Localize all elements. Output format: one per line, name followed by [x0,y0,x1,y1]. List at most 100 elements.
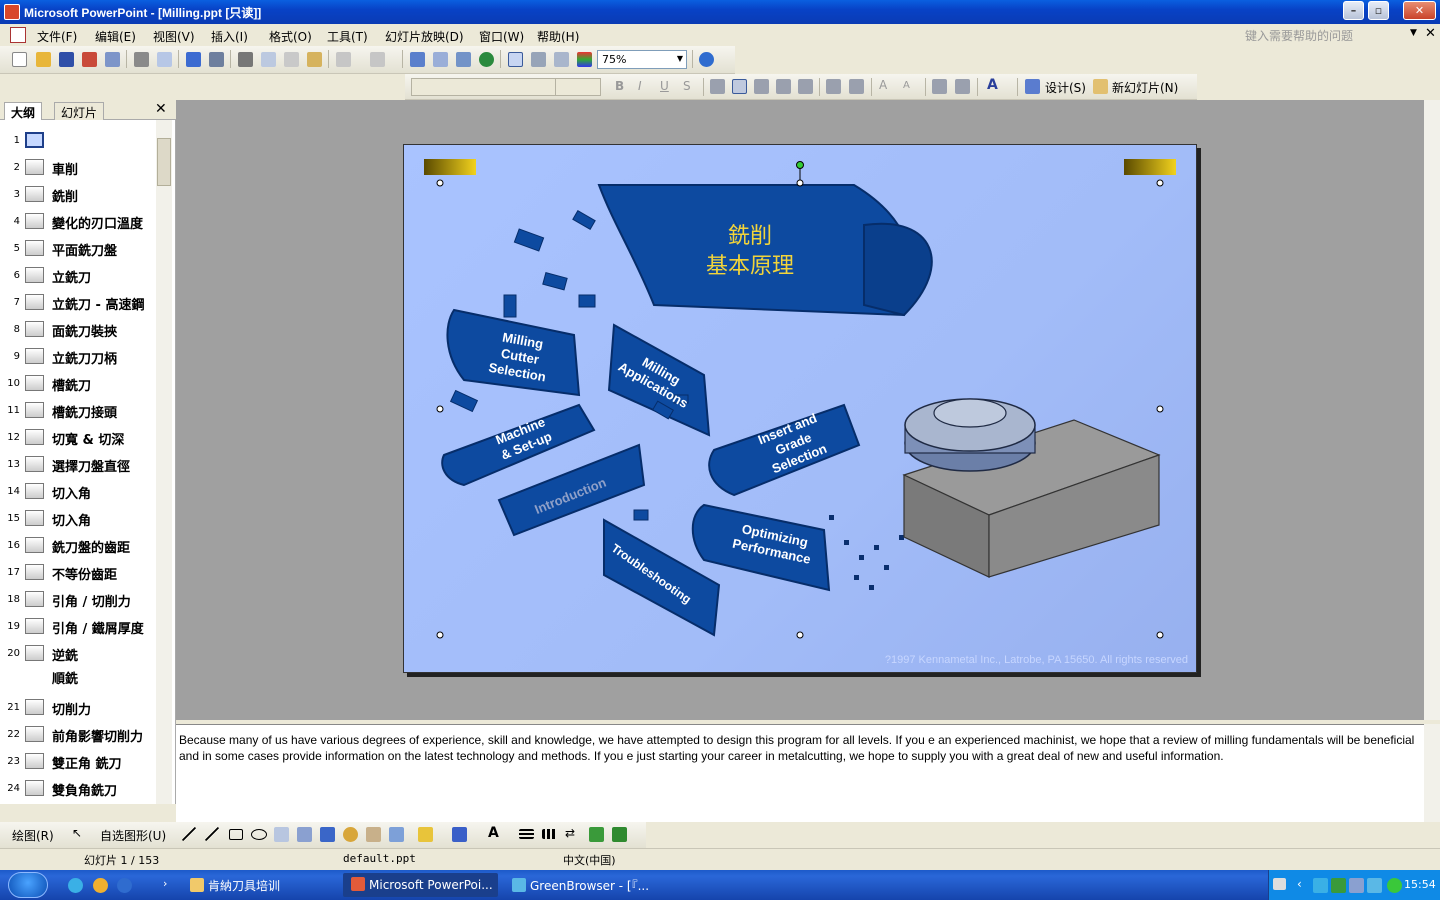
font-color-draw-icon[interactable]: A [488,825,499,841]
shadow-style-icon[interactable] [589,827,604,842]
close-button[interactable]: ✕ [1403,1,1436,20]
menu-file[interactable]: 文件(F) [37,28,77,45]
start-button[interactable] [8,872,48,898]
line-style-icon[interactable] [519,829,534,839]
outline-item[interactable]: 3 銑削 [0,182,156,208]
underline-icon[interactable]: U [660,79,669,93]
show-formatting-icon[interactable] [531,52,546,67]
tray-icon-2[interactable] [1331,878,1346,893]
outline-item[interactable]: 15 切入角 [0,506,156,532]
save-icon[interactable] [59,52,74,67]
design-icon[interactable] [1025,79,1040,94]
outline-subitem[interactable]: 順銑 [52,668,78,687]
hyperlink-icon[interactable] [479,52,494,67]
task-powerpoint[interactable]: Microsoft PowerPoi... [343,873,498,897]
help-icon[interactable] [699,52,714,67]
view-buttons[interactable] [0,804,176,822]
print-icon[interactable] [134,52,149,67]
diagram-icon[interactable] [343,827,358,842]
copy-icon[interactable] [261,52,276,67]
restore-button[interactable]: ▫ [1368,1,1389,20]
outline-item[interactable]: 6 立銑刀 [0,263,156,289]
tray-icon-3[interactable] [1349,878,1364,893]
outline-item[interactable]: 10 槽銑刀 [0,371,156,397]
new-slide-button[interactable]: 新幻灯片(N) [1112,79,1178,96]
task-folder[interactable]: 肯納刀具培训 [182,873,337,897]
font-color-icon[interactable]: A [987,77,998,93]
decrease-font-icon[interactable]: A [903,80,910,91]
color-grayscale-icon[interactable] [577,52,592,67]
tray-icon-1[interactable] [1313,878,1328,893]
close-icon[interactable]: ✕ [155,101,167,117]
vertical-textbox-icon[interactable] [297,827,312,842]
rectangle-icon[interactable] [229,829,243,840]
italic-icon[interactable]: I [638,79,642,93]
minimize-button[interactable]: – [1343,1,1364,20]
autoshapes-menu[interactable]: 自选图形(U) [100,827,166,844]
bullets-icon[interactable] [849,79,864,94]
powerpoint-app-icon[interactable] [4,4,20,20]
menu-slideshow[interactable]: 幻灯片放映(D) [385,28,464,45]
undo-icon[interactable] [336,52,351,67]
outline-item[interactable]: 11 槽銑刀接頭 [0,398,156,424]
quicklaunch-icon[interactable] [117,878,132,893]
decrease-indent-icon[interactable] [932,79,947,94]
outline-item[interactable]: 5 平面銑刀盤 [0,236,156,262]
wordart-icon[interactable] [320,827,335,842]
slide[interactable]: 銑削 基本原理 Milling Cutter Selection Milling… [403,144,1197,673]
outline-item[interactable]: 14 切入角 [0,479,156,505]
align-left-icon[interactable] [710,79,725,94]
outline-item[interactable]: 21 切削力 [0,695,156,721]
distribute-icon[interactable] [776,79,791,94]
outline-scrollbar[interactable] [156,120,172,804]
outline-item[interactable]: 8 面銑刀裝挾 [0,317,156,343]
textbox-icon[interactable] [274,827,289,842]
select-objects-icon[interactable]: ↖ [72,826,82,840]
font-name-select[interactable] [411,78,557,96]
tab-slides[interactable]: 幻灯片 [54,102,105,120]
permission-icon[interactable] [82,52,97,67]
menu-tools[interactable]: 工具(T) [327,28,368,45]
tab-outline[interactable]: 大纲 [4,102,43,120]
draw-menu[interactable]: 绘图(R) [12,827,54,844]
shadow-icon[interactable]: S [683,79,691,93]
menu-edit[interactable]: 编辑(E) [95,28,136,45]
email-icon[interactable] [105,52,120,67]
3d-style-icon[interactable] [612,827,627,842]
line-color-icon[interactable] [452,827,467,842]
notes-pane[interactable]: Because many of us have various degrees … [176,724,1424,822]
grid-icon[interactable] [554,52,569,67]
line-icon[interactable] [182,827,196,841]
task-greenbrowser[interactable]: GreenBrowser - [『... [504,873,659,897]
bold-icon[interactable]: B [615,79,624,93]
outline-item[interactable]: 24 雙負角銑刀 [0,776,156,800]
print-preview-icon[interactable] [157,52,172,67]
chevron-right-icon[interactable]: › [163,877,167,890]
outline-item[interactable]: 18 引角 / 切削力 [0,587,156,613]
outline-item[interactable]: 9 立銑刀刀柄 [0,344,156,370]
picture-icon[interactable] [389,827,404,842]
menu-insert[interactable]: 插入(I) [211,28,248,45]
arrow-icon[interactable] [205,827,219,841]
document-close-icon[interactable]: ✕ [1425,26,1436,41]
table-icon[interactable] [433,52,448,67]
redo-icon[interactable] [370,52,385,67]
cut-icon[interactable] [238,52,253,67]
outline-item[interactable]: 19 引角 / 鐵屑厚度 [0,614,156,640]
outline-item[interactable]: 1 [0,128,156,154]
new-icon[interactable] [12,52,27,67]
chevron-left-icon[interactable]: ‹ [1297,877,1302,891]
outline-item[interactable]: 4 變化的刃口溫度 [0,209,156,235]
align-right-icon[interactable] [754,79,769,94]
zoom-select[interactable]: 75% ▼ [597,50,687,69]
open-icon[interactable] [36,52,51,67]
spelling-icon[interactable] [186,52,201,67]
outline-item[interactable]: 22 前角影響切削力 [0,722,156,748]
outline-item[interactable]: 20 逆銑 [0,641,156,667]
research-icon[interactable] [209,52,224,67]
outline-item[interactable]: 7 立銑刀 - 高速鋼 [0,290,156,316]
increase-font-icon[interactable]: A [879,78,887,92]
menu-format[interactable]: 格式(O) [269,28,312,45]
menu-window[interactable]: 窗口(W) [479,28,524,45]
tray-icon-4[interactable] [1387,878,1402,893]
